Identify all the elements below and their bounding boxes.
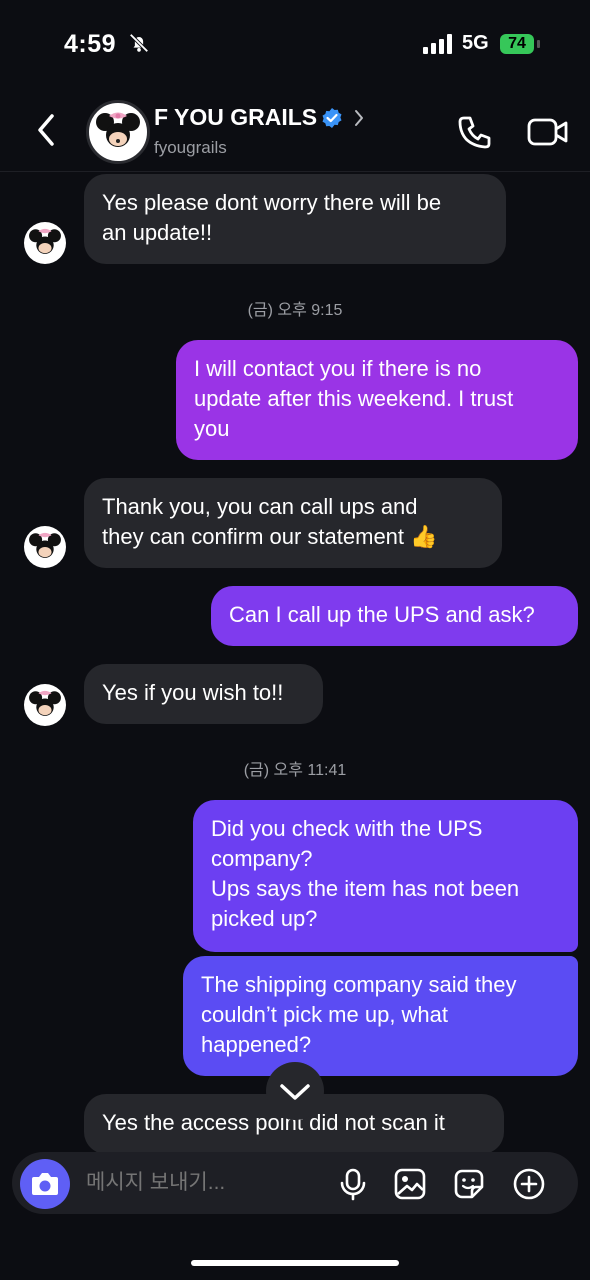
timestamp: (금) 오후 9:15 bbox=[247, 302, 343, 319]
chat-handle: fyougrails bbox=[154, 138, 227, 157]
message-bubble-outgoing[interactable]: Can I call up the UPS and ask? bbox=[211, 586, 578, 646]
chevron-down-icon bbox=[280, 1084, 310, 1100]
header-divider bbox=[0, 171, 590, 172]
message-line: they can confirm our statement 👍 bbox=[102, 524, 438, 549]
message-line: happened? bbox=[201, 1032, 312, 1057]
message-line: Ups says the item has not been bbox=[211, 876, 520, 901]
message-line: you bbox=[194, 416, 230, 441]
mic-icon[interactable] bbox=[336, 1167, 370, 1201]
home-indicator[interactable] bbox=[191, 1260, 399, 1266]
message-line: Yes please dont worry there will be bbox=[102, 190, 442, 215]
camera-button[interactable] bbox=[20, 1159, 70, 1209]
message-bubble-outgoing[interactable]: The shipping company said they couldn’t … bbox=[183, 956, 578, 1076]
avatar-minnie-icon[interactable] bbox=[86, 100, 150, 164]
sticker-icon[interactable] bbox=[452, 1167, 486, 1201]
image-icon[interactable] bbox=[393, 1167, 427, 1201]
message-line: company? bbox=[211, 846, 313, 871]
message-line: Can I call up the UPS and ask? bbox=[229, 602, 535, 627]
signal-icon bbox=[423, 34, 452, 54]
message-input[interactable] bbox=[84, 1170, 318, 1196]
avatar-minnie-icon[interactable] bbox=[24, 684, 66, 726]
message-bubble-outgoing[interactable]: Did you check with the UPS company? Ups … bbox=[193, 800, 578, 952]
status-time: 4:59 bbox=[64, 30, 117, 58]
message-bubble-outgoing[interactable]: I will contact you if there is no update… bbox=[176, 340, 578, 460]
plus-icon[interactable] bbox=[512, 1167, 546, 1201]
message-bubble-incoming[interactable]: Thank you, you can call ups and they can… bbox=[84, 478, 502, 568]
message-line: Thank you, you can call ups and bbox=[102, 494, 418, 519]
message-line: picked up? bbox=[211, 906, 318, 931]
message-bubble-incoming[interactable]: Yes if you wish to!! bbox=[84, 664, 323, 724]
scroll-to-bottom-button[interactable] bbox=[266, 1062, 324, 1120]
message-line: update after this weekend. I trust bbox=[194, 386, 514, 411]
avatar-minnie-icon[interactable] bbox=[24, 526, 66, 568]
verified-icon bbox=[322, 108, 342, 128]
avatar-minnie-icon[interactable] bbox=[24, 222, 66, 264]
message-line: an update!! bbox=[102, 220, 213, 245]
camera-icon bbox=[32, 1173, 58, 1195]
battery-indicator: 74 bbox=[500, 34, 534, 54]
battery-tip bbox=[537, 40, 540, 48]
chat-title[interactable]: F YOU GRAILS bbox=[154, 104, 317, 131]
network-label: 5G bbox=[462, 32, 489, 54]
message-line: Did you check with the UPS bbox=[211, 816, 483, 841]
message-bubble-incoming[interactable]: Yes please dont worry there will be an u… bbox=[84, 174, 506, 264]
message-line: The shipping company said they bbox=[201, 972, 517, 997]
timestamp: (금) 오후 11:41 bbox=[243, 762, 347, 779]
bell-off-icon bbox=[129, 33, 149, 53]
message-line: I will contact you if there is no bbox=[194, 356, 482, 381]
phone-icon[interactable] bbox=[455, 112, 495, 152]
video-icon[interactable] bbox=[526, 112, 570, 152]
message-line: couldn’t pick me up, what bbox=[201, 1002, 449, 1027]
chevron-right-icon[interactable] bbox=[351, 108, 367, 128]
message-line: Yes if you wish to!! bbox=[102, 680, 284, 705]
back-chevron-icon[interactable] bbox=[30, 108, 66, 152]
